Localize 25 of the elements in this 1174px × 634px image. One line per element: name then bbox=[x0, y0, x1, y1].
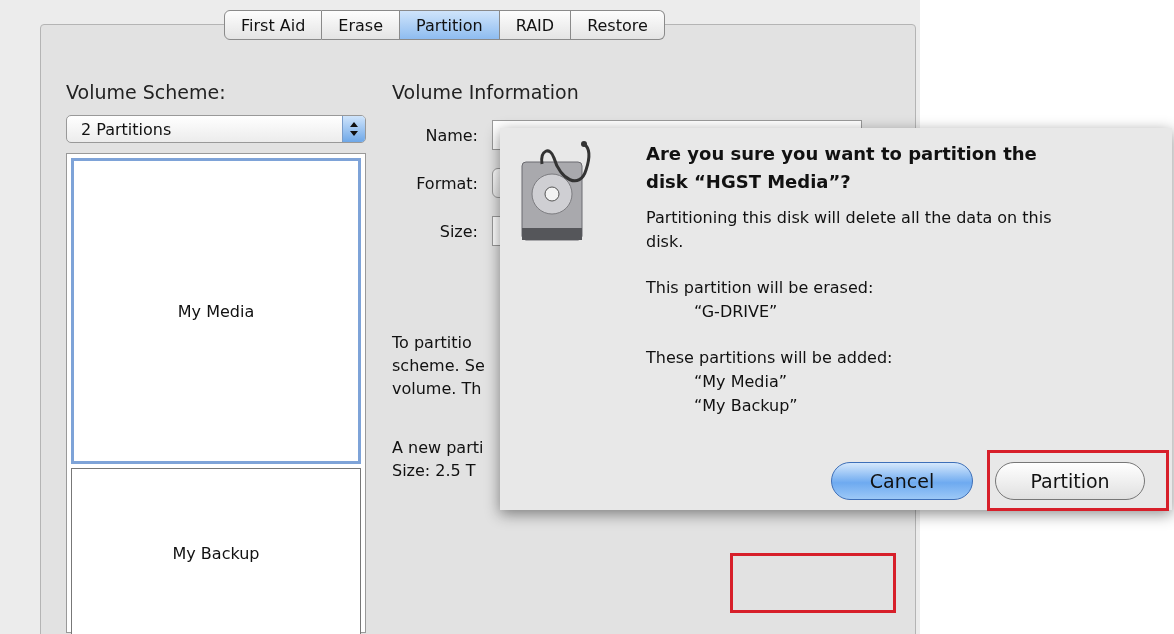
dialog-message: Partitioning this disk will delete all the data on this disk. bbox=[646, 207, 1053, 253]
tab[interactable]: RAID bbox=[499, 10, 572, 40]
partition-block[interactable]: My Media bbox=[71, 158, 361, 464]
partition-name: “G-DRIVE” bbox=[693, 301, 779, 323]
field-label: Size: bbox=[438, 221, 478, 241]
tab[interactable]: Partition bbox=[400, 10, 500, 40]
volume-scheme-popup[interactable]: 2 Partitions bbox=[66, 115, 366, 143]
partition-name: “My Media” bbox=[693, 371, 788, 393]
description-text: To partitio scheme. Se volume. Th bbox=[392, 332, 485, 400]
cancel-button[interactable]: Cancel bbox=[831, 462, 973, 500]
partition-name: “My Backup” bbox=[693, 395, 799, 417]
dialog-title: Are you sure you want to partition the disk “HGST Media”? bbox=[646, 142, 1038, 194]
tab[interactable]: First Aid bbox=[224, 10, 323, 40]
new-partition-text: A new parti Size: 2.5 T bbox=[392, 437, 484, 482]
tab[interactable]: Restore bbox=[571, 10, 665, 40]
stepper-icon bbox=[342, 116, 365, 142]
field-label: Format: bbox=[415, 173, 478, 193]
partition-block[interactable]: My Backup bbox=[71, 468, 361, 634]
tab[interactable]: Erase bbox=[322, 10, 400, 40]
added-label: These partitions will be added: bbox=[646, 347, 894, 369]
volume-information-heading: Volume Information bbox=[392, 81, 580, 105]
field-label: Name: bbox=[424, 125, 478, 145]
partition-button[interactable]: Partition bbox=[995, 462, 1145, 500]
volume-scheme-label: Volume Scheme: bbox=[66, 81, 227, 105]
erased-label: This partition will be erased: bbox=[646, 277, 875, 299]
